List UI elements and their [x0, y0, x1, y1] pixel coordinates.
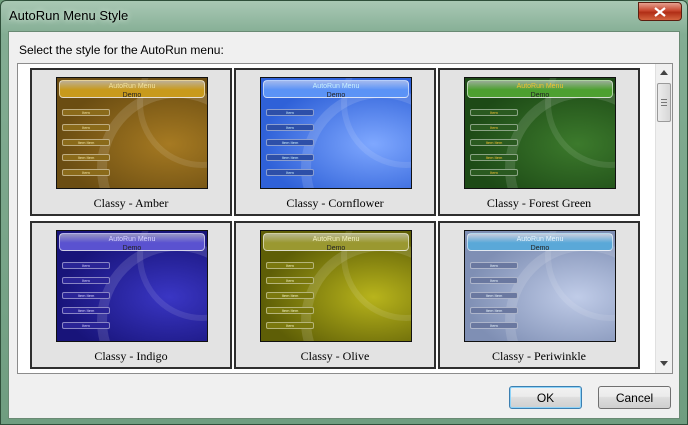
close-button[interactable]: [638, 2, 682, 21]
style-tile[interactable]: AutoRun Menu Demo Item Item Item Item Item It…: [30, 68, 232, 216]
style-tile[interactable]: AutoRun Menu Demo Item Item Item Item Item It…: [30, 221, 232, 369]
preview-menu-button: Item: [470, 322, 518, 329]
preview-header-subtitle: Demo: [530, 92, 550, 99]
preview-menu-button: Item Item: [266, 154, 314, 161]
preview-menu-button: Item Item: [62, 292, 110, 299]
vertical-scrollbar[interactable]: [655, 64, 672, 373]
preview-menu-button: Item: [62, 109, 110, 116]
preview-menu-button: Item Item: [266, 307, 314, 314]
preview-menu-button: Item Item: [470, 139, 518, 146]
style-tile[interactable]: AutoRun Menu Demo Item Item Item Item Item It…: [234, 68, 436, 216]
preview-header: AutoRun Menu Demo: [467, 233, 613, 252]
preview-menu-button: Item: [266, 109, 314, 116]
preview-menu-button: Item: [62, 322, 110, 329]
preview-menu-button: Item: [62, 277, 110, 284]
style-preview-image: AutoRun Menu Demo Item Item Item Item Item It…: [260, 230, 412, 342]
preview-header-title: AutoRun Menu: [516, 236, 564, 243]
preview-menu-button: Item Item: [62, 307, 110, 314]
window-title: AutoRun Menu Style: [9, 8, 129, 23]
preview-menu-button: Item: [470, 169, 518, 176]
dialog-window: AutoRun Menu Style Select the style for …: [0, 0, 688, 425]
preview-header-subtitle: Demo: [530, 245, 550, 252]
preview-header-title: AutoRun Menu: [108, 236, 156, 243]
preview-header: AutoRun Menu Demo: [263, 233, 409, 252]
preview-menu-button: Item: [266, 262, 314, 269]
style-preview-image: AutoRun Menu Demo Item Item Item Item Item It…: [464, 77, 616, 189]
preview-menu-button: Item: [266, 277, 314, 284]
preview-menu-button: Item Item: [470, 292, 518, 299]
chevron-down-icon: [660, 361, 668, 366]
title-bar[interactable]: AutoRun Menu Style: [1, 1, 687, 31]
preview-menu-button: Item Item: [62, 154, 110, 161]
preview-header-title: AutoRun Menu: [312, 83, 360, 90]
preview-menu-button: Item Item: [470, 307, 518, 314]
scroll-thumb[interactable]: [657, 83, 671, 122]
style-caption: Classy - Indigo: [94, 349, 168, 363]
preview-menu-button: Item: [62, 262, 110, 269]
preview-header-title: AutoRun Menu: [516, 83, 564, 90]
style-preview-image: AutoRun Menu Demo Item Item Item Item Item It…: [56, 77, 208, 189]
chevron-up-icon: [660, 70, 668, 75]
style-caption: Classy - Forest Green: [486, 196, 592, 210]
style-tile[interactable]: AutoRun Menu Demo Item Item Item Item Item It…: [234, 221, 436, 369]
preview-header-subtitle: Demo: [122, 92, 142, 99]
preview-menu-button: Item Item: [266, 292, 314, 299]
style-tile[interactable]: AutoRun Menu Demo Item Item Item Item Item It…: [438, 68, 640, 216]
style-preview-image: AutoRun Menu Demo Item Item Item Item Item It…: [464, 230, 616, 342]
preview-header-subtitle: Demo: [326, 245, 346, 252]
preview-menu-button: Item Item: [266, 139, 314, 146]
style-caption: Classy - Amber: [93, 196, 169, 210]
cancel-button[interactable]: Cancel: [598, 386, 671, 409]
preview-header: AutoRun Menu Demo: [59, 233, 205, 252]
style-caption: Classy - Olive: [300, 349, 370, 363]
style-caption: Classy - Cornflower: [286, 196, 384, 210]
preview-menu-button: Item: [470, 262, 518, 269]
preview-menu-button: Item: [470, 124, 518, 131]
prompt-label: Select the style for the AutoRun menu:: [19, 43, 224, 57]
scroll-up-button[interactable]: [656, 64, 672, 81]
style-gallery: AutoRun Menu Demo Item Item Item Item Item It…: [17, 63, 673, 374]
dialog-client-area: Select the style for the AutoRun menu: A…: [8, 31, 680, 419]
style-tile[interactable]: AutoRun Menu Demo Item Item Item Item Item It…: [438, 221, 640, 369]
preview-menu-button: Item: [62, 169, 110, 176]
scroll-down-button[interactable]: [656, 355, 672, 372]
preview-menu-button: Item: [470, 277, 518, 284]
style-caption: Classy - Periwinkle: [492, 349, 586, 363]
preview-header-subtitle: Demo: [122, 245, 142, 252]
preview-menu-button: Item: [266, 322, 314, 329]
preview-menu-button: Item: [266, 169, 314, 176]
style-preview-image: AutoRun Menu Demo Item Item Item Item Item It…: [56, 230, 208, 342]
preview-header: AutoRun Menu Demo: [263, 80, 409, 99]
preview-menu-button: Item Item: [470, 154, 518, 161]
preview-header-title: AutoRun Menu: [108, 83, 156, 90]
close-icon: [654, 6, 666, 17]
preview-menu-button: Item: [470, 109, 518, 116]
preview-menu-button: Item: [266, 124, 314, 131]
ok-button[interactable]: OK: [509, 386, 582, 409]
style-preview-image: AutoRun Menu Demo Item Item Item Item Item It…: [260, 77, 412, 189]
preview-menu-button: Item: [62, 124, 110, 131]
preview-header-title: AutoRun Menu: [312, 236, 360, 243]
preview-menu-button: Item Item: [62, 139, 110, 146]
preview-header: AutoRun Menu Demo: [467, 80, 613, 99]
preview-header-subtitle: Demo: [326, 92, 346, 99]
preview-header: AutoRun Menu Demo: [59, 80, 205, 99]
